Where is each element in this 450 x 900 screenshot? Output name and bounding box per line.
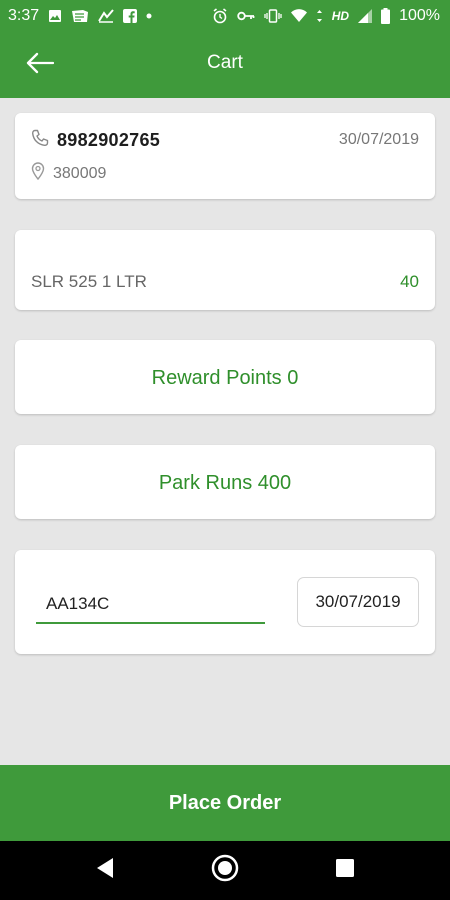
reward-points-text: Reward Points 0 (151, 367, 299, 389)
image-icon (48, 9, 62, 23)
status-bar: 3:37 HD 100% (0, 0, 450, 32)
phone-row: 8982902765 (31, 129, 160, 152)
park-runs-card: Park Runs 400 (15, 445, 435, 519)
date-picker-field[interactable]: 30/07/2019 (297, 577, 419, 627)
status-bar-right: HD 100% (212, 7, 440, 25)
item-name: SLR 525 1 LTR (31, 272, 147, 291)
reward-points-card: Reward Points 0 (15, 340, 435, 414)
back-triangle-icon (95, 857, 115, 884)
vibrate-icon (264, 9, 282, 23)
cart-item-card: SLR 525 1 LTR 40 (15, 230, 435, 310)
key-icon (237, 10, 255, 22)
phone-number: 8982902765 (57, 130, 161, 150)
customer-info-card: 8982902765 380009 30/07/2019 (15, 113, 435, 199)
status-time: 3:37 (8, 7, 40, 24)
phone-icon (31, 129, 49, 152)
park-runs-text: Park Runs 400 (158, 472, 292, 494)
place-order-button[interactable]: Place Order (0, 765, 450, 841)
app-bar: Cart (0, 32, 450, 98)
item-quantity: 40 (400, 272, 419, 291)
news-icon (71, 9, 89, 23)
signal-icon (358, 9, 373, 23)
code-input[interactable] (36, 586, 265, 624)
nav-recents-button[interactable] (325, 851, 365, 891)
page-title: Cart (207, 52, 243, 73)
battery-percent: 100% (399, 7, 440, 24)
data-arrows-icon (316, 9, 323, 23)
pincode-row: 380009 (31, 162, 106, 185)
wifi-icon (290, 9, 307, 23)
battery-icon (381, 8, 391, 24)
network-type: HD (331, 9, 350, 23)
status-bar-left: 3:37 (8, 7, 152, 25)
nav-back-button[interactable] (85, 851, 125, 891)
nav-home-button[interactable] (205, 851, 245, 891)
system-nav-bar (0, 841, 450, 900)
recents-square-icon (335, 858, 355, 883)
order-date: 30/07/2019 (338, 131, 419, 148)
pincode: 380009 (53, 164, 107, 182)
dot-icon (146, 13, 152, 19)
order-details-card: 30/07/2019 (15, 550, 435, 654)
chart-icon (98, 9, 114, 23)
location-pin-icon (31, 162, 45, 185)
alarm-icon (212, 8, 228, 24)
home-circle-icon (211, 854, 239, 887)
facebook-icon (123, 9, 138, 23)
